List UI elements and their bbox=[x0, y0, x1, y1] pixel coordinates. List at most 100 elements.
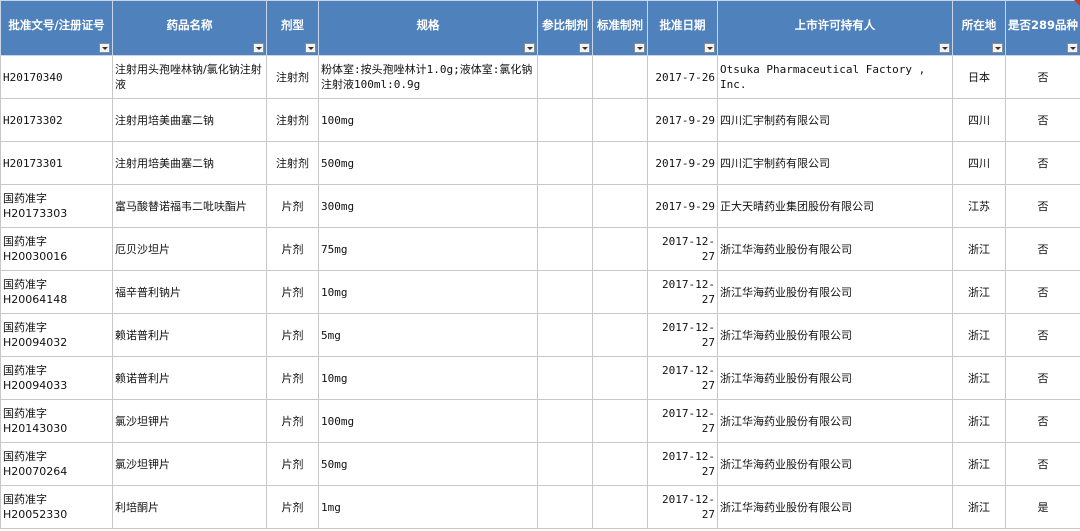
cell-standard-preparation[interactable] bbox=[592, 184, 648, 228]
cell-location[interactable]: 浙江 bbox=[952, 227, 1006, 271]
cell-drug-name[interactable]: 注射用培美曲塞二钠 bbox=[112, 141, 267, 185]
cell-is-289[interactable]: 否 bbox=[1005, 313, 1080, 357]
cell-license-holder[interactable]: 浙江华海药业股份有限公司 bbox=[717, 485, 953, 529]
cell-dosage-form[interactable]: 片剂 bbox=[266, 485, 319, 529]
dropdown-filter-icon[interactable] bbox=[1067, 43, 1078, 53]
cell-location[interactable]: 浙江 bbox=[952, 485, 1006, 529]
cell-standard-preparation[interactable] bbox=[592, 270, 648, 314]
cell-approval-date[interactable]: 2017-9-29 bbox=[647, 98, 718, 142]
cell-license-holder[interactable]: 四川汇宇制药有限公司 bbox=[717, 98, 953, 142]
cell-standard-preparation[interactable] bbox=[592, 141, 648, 185]
cell-approval-number[interactable]: 国药准字H20143030 bbox=[0, 399, 113, 443]
cell-is-289[interactable]: 否 bbox=[1005, 55, 1080, 99]
cell-standard-preparation[interactable] bbox=[592, 55, 648, 99]
cell-drug-name[interactable]: 福辛普利钠片 bbox=[112, 270, 267, 314]
cell-specification[interactable]: 100mg bbox=[318, 399, 538, 443]
dropdown-filter-icon[interactable] bbox=[579, 43, 590, 53]
cell-approval-number[interactable]: 国药准字H20070264 bbox=[0, 442, 113, 486]
cell-location[interactable]: 四川 bbox=[952, 141, 1006, 185]
cell-specification[interactable]: 100mg bbox=[318, 98, 538, 142]
cell-location[interactable]: 浙江 bbox=[952, 442, 1006, 486]
cell-drug-name[interactable]: 富马酸替诺福韦二吡呋酯片 bbox=[112, 184, 267, 228]
cell-is-289[interactable]: 否 bbox=[1005, 356, 1080, 400]
cell-dosage-form[interactable]: 注射剂 bbox=[266, 98, 319, 142]
cell-approval-number[interactable]: H20170340 bbox=[0, 55, 113, 99]
header-specification[interactable]: 规格 bbox=[318, 0, 538, 56]
cell-specification[interactable]: 粉体室:按头孢唑林计1.0g;液体室:氯化钠注射液100ml:0.9g bbox=[318, 55, 538, 99]
dropdown-filter-icon[interactable] bbox=[634, 43, 645, 53]
cell-approval-date[interactable]: 2017-9-29 bbox=[647, 184, 718, 228]
cell-approval-date[interactable]: 2017-12-27 bbox=[647, 442, 718, 486]
cell-location[interactable]: 四川 bbox=[952, 98, 1006, 142]
dropdown-filter-icon[interactable] bbox=[253, 43, 264, 53]
dropdown-filter-icon[interactable] bbox=[99, 43, 110, 53]
cell-approval-date[interactable]: 2017-12-27 bbox=[647, 356, 718, 400]
cell-approval-number[interactable]: H20173301 bbox=[0, 141, 113, 185]
cell-drug-name[interactable]: 赖诺普利片 bbox=[112, 356, 267, 400]
cell-license-holder[interactable]: 浙江华海药业股份有限公司 bbox=[717, 356, 953, 400]
header-approval-date[interactable]: 批准日期 bbox=[647, 0, 718, 56]
cell-reference-preparation[interactable] bbox=[537, 270, 593, 314]
header-dosage-form[interactable]: 剂型 bbox=[266, 0, 319, 56]
cell-drug-name[interactable]: 利培酮片 bbox=[112, 485, 267, 529]
cell-approval-date[interactable]: 2017-12-27 bbox=[647, 270, 718, 314]
cell-dosage-form[interactable]: 片剂 bbox=[266, 399, 319, 443]
header-location[interactable]: 所在地 bbox=[952, 0, 1006, 56]
cell-standard-preparation[interactable] bbox=[592, 98, 648, 142]
cell-approval-date[interactable]: 2017-12-27 bbox=[647, 313, 718, 357]
cell-drug-name[interactable]: 厄贝沙坦片 bbox=[112, 227, 267, 271]
cell-approval-number[interactable]: 国药准字H20030016 bbox=[0, 227, 113, 271]
cell-location[interactable]: 浙江 bbox=[952, 356, 1006, 400]
cell-is-289[interactable]: 否 bbox=[1005, 98, 1080, 142]
cell-reference-preparation[interactable] bbox=[537, 442, 593, 486]
cell-reference-preparation[interactable] bbox=[537, 55, 593, 99]
cell-approval-number[interactable]: H20173302 bbox=[0, 98, 113, 142]
cell-reference-preparation[interactable] bbox=[537, 485, 593, 529]
cell-drug-name[interactable]: 注射用头孢唑林钠/氯化钠注射液 bbox=[112, 55, 267, 99]
cell-specification[interactable]: 300mg bbox=[318, 184, 538, 228]
cell-is-289[interactable]: 是 bbox=[1005, 485, 1080, 529]
cell-location[interactable]: 浙江 bbox=[952, 399, 1006, 443]
cell-approval-date[interactable]: 2017-7-26 bbox=[647, 55, 718, 99]
cell-approval-number[interactable]: 国药准字H20064148 bbox=[0, 270, 113, 314]
cell-specification[interactable]: 5mg bbox=[318, 313, 538, 357]
cell-approval-number[interactable]: 国药准字H20052330 bbox=[0, 485, 113, 529]
cell-is-289[interactable]: 否 bbox=[1005, 442, 1080, 486]
cell-reference-preparation[interactable] bbox=[537, 313, 593, 357]
cell-approval-number[interactable]: 国药准字H20173303 bbox=[0, 184, 113, 228]
cell-approval-date[interactable]: 2017-9-29 bbox=[647, 141, 718, 185]
dropdown-filter-icon[interactable] bbox=[704, 43, 715, 53]
cell-license-holder[interactable]: Otsuka Pharmaceutical Factory , Inc. bbox=[717, 55, 953, 99]
header-is-289[interactable]: 是否289品种 bbox=[1005, 0, 1080, 56]
cell-license-holder[interactable]: 正大天晴药业集团股份有限公司 bbox=[717, 184, 953, 228]
cell-specification[interactable]: 75mg bbox=[318, 227, 538, 271]
cell-is-289[interactable]: 否 bbox=[1005, 399, 1080, 443]
cell-specification[interactable]: 500mg bbox=[318, 141, 538, 185]
cell-reference-preparation[interactable] bbox=[537, 399, 593, 443]
cell-license-holder[interactable]: 浙江华海药业股份有限公司 bbox=[717, 270, 953, 314]
cell-specification[interactable]: 1mg bbox=[318, 485, 538, 529]
cell-specification[interactable]: 50mg bbox=[318, 442, 538, 486]
cell-approval-date[interactable]: 2017-12-27 bbox=[647, 485, 718, 529]
cell-reference-preparation[interactable] bbox=[537, 356, 593, 400]
cell-standard-preparation[interactable] bbox=[592, 485, 648, 529]
cell-license-holder[interactable]: 浙江华海药业股份有限公司 bbox=[717, 399, 953, 443]
cell-location[interactable]: 江苏 bbox=[952, 184, 1006, 228]
header-standard-preparation[interactable]: 标准制剂 bbox=[592, 0, 648, 56]
cell-standard-preparation[interactable] bbox=[592, 356, 648, 400]
header-license-holder[interactable]: 上市许可持有人 bbox=[717, 0, 953, 56]
cell-drug-name[interactable]: 赖诺普利片 bbox=[112, 313, 267, 357]
cell-approval-date[interactable]: 2017-12-27 bbox=[647, 399, 718, 443]
dropdown-filter-icon[interactable] bbox=[305, 43, 316, 53]
cell-dosage-form[interactable]: 注射剂 bbox=[266, 55, 319, 99]
cell-license-holder[interactable]: 浙江华海药业股份有限公司 bbox=[717, 442, 953, 486]
cell-is-289[interactable]: 否 bbox=[1005, 227, 1080, 271]
cell-standard-preparation[interactable] bbox=[592, 399, 648, 443]
cell-license-holder[interactable]: 浙江华海药业股份有限公司 bbox=[717, 227, 953, 271]
cell-is-289[interactable]: 否 bbox=[1005, 270, 1080, 314]
dropdown-filter-icon[interactable] bbox=[524, 43, 535, 53]
cell-license-holder[interactable]: 浙江华海药业股份有限公司 bbox=[717, 313, 953, 357]
cell-dosage-form[interactable]: 片剂 bbox=[266, 270, 319, 314]
header-drug-name[interactable]: 药品名称 bbox=[112, 0, 267, 56]
cell-standard-preparation[interactable] bbox=[592, 227, 648, 271]
